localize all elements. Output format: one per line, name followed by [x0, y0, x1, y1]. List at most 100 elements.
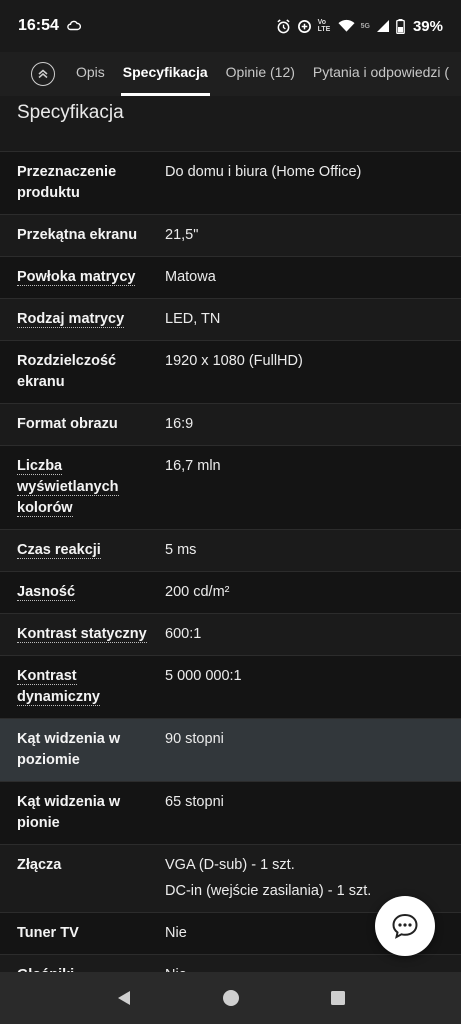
- tab-opinie[interactable]: Opinie (12): [226, 52, 295, 96]
- home-icon[interactable]: [222, 989, 240, 1007]
- section-title: Specyfikacja: [0, 96, 461, 152]
- spec-value: 21,5": [165, 225, 461, 246]
- spec-row: GłośnikiNie: [0, 955, 461, 972]
- spec-row: Kąt widzenia w poziomie 90 stopni: [0, 719, 461, 782]
- spec-label-text: Złącza: [17, 857, 62, 873]
- chat-bubble-icon: [392, 913, 418, 939]
- spec-label-text: Format obrazu: [17, 416, 118, 432]
- specs-panel: Specyfikacja Przeznaczenie produktu Do do…: [0, 96, 461, 972]
- spec-value-line: 1920 x 1080 (FullHD): [165, 353, 303, 369]
- spec-label[interactable]: Czas reakcji: [17, 540, 165, 561]
- spec-label: Format obrazu: [17, 414, 165, 435]
- spec-row: Kąt widzenia w pionie 65 stopni: [0, 782, 461, 845]
- tab-opis[interactable]: Opis: [76, 52, 105, 96]
- spec-row: Kontrast dynamiczny 5 000 000:1: [0, 656, 461, 719]
- cloud-sync-icon: [67, 20, 81, 31]
- spec-label: Kąt widzenia w pionie: [17, 792, 165, 834]
- spec-value-line: 65 stopni: [165, 794, 224, 810]
- spec-value-line: 16:9: [165, 416, 194, 432]
- spec-value-line: LED, TN: [165, 311, 221, 327]
- spec-label[interactable]: Kontrast dynamiczny: [17, 666, 165, 708]
- spec-label-text: Przekątna ekranu: [17, 227, 138, 243]
- spec-value: 200 cd/m²: [165, 582, 461, 603]
- wifi-icon: [338, 19, 355, 32]
- spec-label[interactable]: Kontrast statyczny: [17, 624, 165, 645]
- spec-value-line: 5 ms: [165, 542, 197, 558]
- recents-icon[interactable]: [330, 990, 346, 1006]
- network-type: 5G: [360, 22, 370, 30]
- spec-row: Rozdzielczość ekranu 1920 x 1080 (FullHD): [0, 341, 461, 404]
- spec-label: Przeznaczenie produktu: [17, 162, 165, 204]
- spec-value: LED, TN: [165, 309, 461, 330]
- scroll-top-button[interactable]: [31, 62, 55, 86]
- spec-value-line: Matowa: [165, 269, 216, 285]
- spec-label-text: Tuner TV: [17, 925, 79, 941]
- back-icon[interactable]: [115, 989, 133, 1007]
- spec-label-text: Powłoka matrycy: [17, 269, 136, 286]
- spec-row: Kontrast statyczny 600:1: [0, 614, 461, 656]
- spec-label-text: Rozdzielczość ekranu: [17, 353, 117, 390]
- tab-specyfikacja[interactable]: Specyfikacja: [120, 52, 210, 96]
- spec-label-text: Kąt widzenia w pionie: [17, 794, 121, 831]
- tab-pytania[interactable]: Pytania i odpowiedzi (: [313, 52, 449, 96]
- spec-value: VGA (D-sub) - 1 szt. DC-in (wejście zasil…: [165, 855, 461, 902]
- tab-bar: Opis Specyfikacja Opinie (12) Pytania i …: [0, 52, 461, 96]
- system-nav-bar: [0, 972, 461, 1024]
- spec-row: Jasność 200 cd/m²: [0, 572, 461, 614]
- spec-label: Kąt widzenia w poziomie: [17, 729, 165, 771]
- volte-indicator: Vo LTE: [317, 19, 331, 33]
- spec-value: 90 stopni: [165, 729, 461, 771]
- spec-value-line: Do domu i biura (Home Office): [165, 164, 362, 180]
- spec-value-line: 16,7 mln: [165, 458, 221, 474]
- spec-value-line: 90 stopni: [165, 731, 224, 747]
- spec-label: Przekątna ekranu: [17, 225, 165, 246]
- spec-row: Czas reakcji 5 ms: [0, 530, 461, 572]
- spec-row: Przeznaczenie produktu Do domu i biura (H…: [0, 152, 461, 215]
- spec-row: Powłoka matrycy Matowa: [0, 257, 461, 299]
- spec-value: Do domu i biura (Home Office): [165, 162, 461, 204]
- spec-label[interactable]: Powłoka matrycy: [17, 267, 165, 288]
- spec-row: Rodzaj matrycy LED, TN: [0, 299, 461, 341]
- spec-value-line: 200 cd/m²: [165, 584, 230, 600]
- spec-label-text: Przeznaczenie produktu: [17, 164, 117, 201]
- spec-value: 65 stopni: [165, 792, 461, 834]
- spec-value-line: 21,5": [165, 227, 199, 243]
- spec-row: Format obrazu 16:9: [0, 404, 461, 446]
- alarm-icon: [277, 18, 290, 33]
- spec-label: Tuner TV: [17, 923, 165, 944]
- spec-value: 16,7 mln: [165, 456, 461, 519]
- spec-value: 600:1: [165, 624, 461, 645]
- spec-label-text: Czas reakcji: [17, 542, 101, 559]
- spec-value: 1920 x 1080 (FullHD): [165, 351, 461, 393]
- spec-label-text: Kontrast statyczny: [17, 626, 147, 643]
- spec-value-line: VGA (D-sub) - 1 szt.: [165, 857, 295, 873]
- spec-label: Głośniki: [17, 965, 165, 972]
- spec-list: Przeznaczenie produktu Do domu i biura (H…: [0, 152, 461, 972]
- status-icons: Vo LTE 5G 39%: [276, 18, 443, 35]
- spec-value: 5 000 000:1: [165, 666, 461, 708]
- spec-label[interactable]: Liczba wyświetlanych kolorów: [17, 456, 165, 519]
- spec-value: 5 ms: [165, 540, 461, 561]
- spec-value: Matowa: [165, 267, 461, 288]
- spec-label-text: Kąt widzenia w poziomie: [17, 731, 121, 768]
- status-bar: 16:54 Vo LTE 5G 39%: [0, 0, 461, 52]
- spec-value-line: Nie: [165, 965, 461, 972]
- spec-label: Złącza: [17, 855, 165, 902]
- spec-value-line: 600:1: [165, 626, 202, 642]
- battery-percent: 39%: [412, 17, 443, 35]
- spec-label-text: Liczba wyświetlanych kolorów: [17, 458, 119, 517]
- signal-icon: [376, 20, 389, 32]
- spec-value: Nie: [165, 965, 461, 972]
- spec-label-text: Rodzaj matrycy: [17, 311, 125, 328]
- spec-label[interactable]: Rodzaj matrycy: [17, 309, 165, 330]
- spec-value-line: 5 000 000:1: [165, 668, 242, 684]
- spec-row: Liczba wyświetlanych kolorów 16,7 mln: [0, 446, 461, 530]
- spec-label[interactable]: Jasność: [17, 582, 165, 603]
- spec-row: Przekątna ekranu 21,5": [0, 215, 461, 257]
- status-time: 16:54: [18, 17, 59, 34]
- chat-button[interactable]: [375, 896, 435, 956]
- spec-label-text: Kontrast dynamiczny: [17, 668, 100, 706]
- spec-value: 16:9: [165, 414, 461, 435]
- spec-label-text: Jasność: [17, 584, 76, 601]
- spec-label: Rozdzielczość ekranu: [17, 351, 165, 393]
